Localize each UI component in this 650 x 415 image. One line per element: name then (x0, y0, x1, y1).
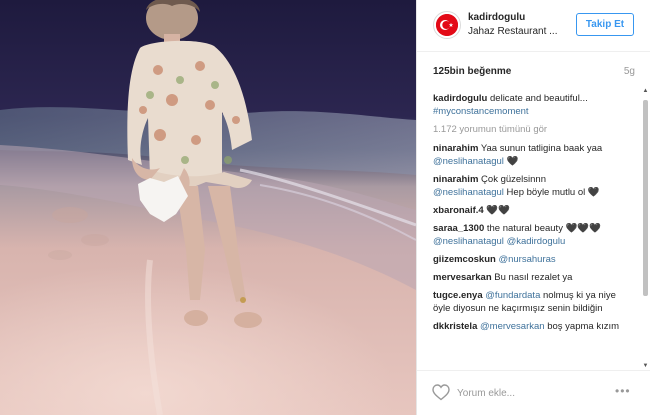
comment-text-tail: 🖤 (503, 156, 519, 167)
scroll-down-arrow-icon[interactable]: ▼ (642, 363, 649, 370)
comment-username[interactable]: giizemcoskun (433, 254, 496, 265)
post-header: kadirdogulu Jahaz Restaurant ... Takip E… (417, 0, 650, 52)
comment-text: the natural beauty 🖤🖤🖤 (484, 223, 602, 234)
post-username[interactable]: kadirdogulu (468, 12, 525, 23)
more-options-icon[interactable]: ••• (615, 384, 631, 398)
list-item: giizemcoskun @nursahuras (433, 253, 629, 266)
scroll-up-arrow-icon[interactable]: ▲ (642, 88, 649, 95)
list-item: saraa_1300 the natural beauty 🖤🖤🖤 @nesli… (433, 222, 629, 248)
list-item: tugce.enya @fundardata nolmuş ki ya niye… (433, 289, 629, 315)
comment-text: Yaa sunun tatligina baak yaa (478, 143, 603, 154)
comments-scrollbar[interactable]: ▲ ▼ (642, 88, 649, 370)
avatar[interactable] (433, 11, 461, 39)
scrollbar-thumb[interactable] (643, 100, 648, 296)
heart-icon[interactable] (432, 384, 450, 406)
caption-username[interactable]: kadirdogulu (433, 93, 487, 104)
post-location[interactable]: Jahaz Restaurant ... (468, 26, 558, 37)
comment-username[interactable]: dkkristela (433, 321, 477, 332)
comment-mention[interactable]: @neslihanatagul (433, 187, 504, 198)
post-time[interactable]: 5g (624, 66, 635, 77)
comment-username[interactable]: mervesarkan (433, 272, 492, 283)
post-panel: kadirdogulu Jahaz Restaurant ... Takip E… (416, 0, 650, 415)
comments-list: kadirdogulu delicate and beautiful... #m… (433, 92, 629, 338)
turkey-flag-icon (436, 14, 458, 36)
comment-username[interactable]: tugce.enya (433, 290, 483, 301)
comment-text: Bu nasıl rezalet ya (491, 272, 573, 283)
comment-mention[interactable]: @mervesarkan (480, 321, 545, 332)
comment-text: 🖤🖤 (483, 205, 510, 216)
view-all-comments-link[interactable]: 1.172 yorumun tümünü gör (433, 123, 629, 136)
comment-text-tail: boş yapma kızım (544, 321, 620, 332)
likes-count[interactable]: 125bin beğenme (433, 66, 511, 77)
caption: kadirdogulu delicate and beautiful... #m… (433, 92, 629, 118)
comment-mention[interactable]: @neslihanatagul (433, 156, 504, 167)
comment-mention[interactable]: @kadirdogulu (507, 236, 566, 247)
post-photo[interactable] (0, 0, 416, 415)
comment-username[interactable]: saraa_1300 (433, 223, 484, 234)
comment-mention[interactable]: @neslihanatagul (433, 236, 504, 247)
comment-text: Çok güzelsinnn (478, 174, 547, 185)
beach-night-photo (0, 0, 416, 415)
comment-username[interactable]: ninarahim (433, 174, 478, 185)
comment-username[interactable]: xbaronaif.4 (433, 205, 484, 216)
caption-hashtag[interactable]: #myconstancemoment (433, 106, 529, 117)
comment-mention[interactable]: @nursahuras (498, 254, 555, 265)
caption-text: delicate and beautiful... (487, 93, 588, 104)
list-item: dkkristela @mervesarkan boş yapma kızım (433, 320, 629, 333)
add-comment-input[interactable] (457, 385, 607, 401)
list-item: xbaronaif.4 🖤🖤 (433, 204, 629, 217)
list-item: ninarahim Yaa sunun tatligina baak yaa @… (433, 142, 629, 168)
post-footer: ••• (417, 370, 650, 415)
list-item: ninarahim Çok güzelsinnn @neslihanatagul… (433, 173, 629, 199)
likes-row: 125bin beğenme 5g (433, 66, 635, 80)
list-item: mervesarkan Bu nasıl rezalet ya (433, 271, 629, 284)
comment-username[interactable]: ninarahim (433, 143, 478, 154)
follow-button[interactable]: Takip Et (576, 13, 634, 36)
comment-mention[interactable]: @fundardata (485, 290, 540, 301)
comment-text-tail: Hep böyle mutlu ol 🖤 (503, 187, 600, 198)
